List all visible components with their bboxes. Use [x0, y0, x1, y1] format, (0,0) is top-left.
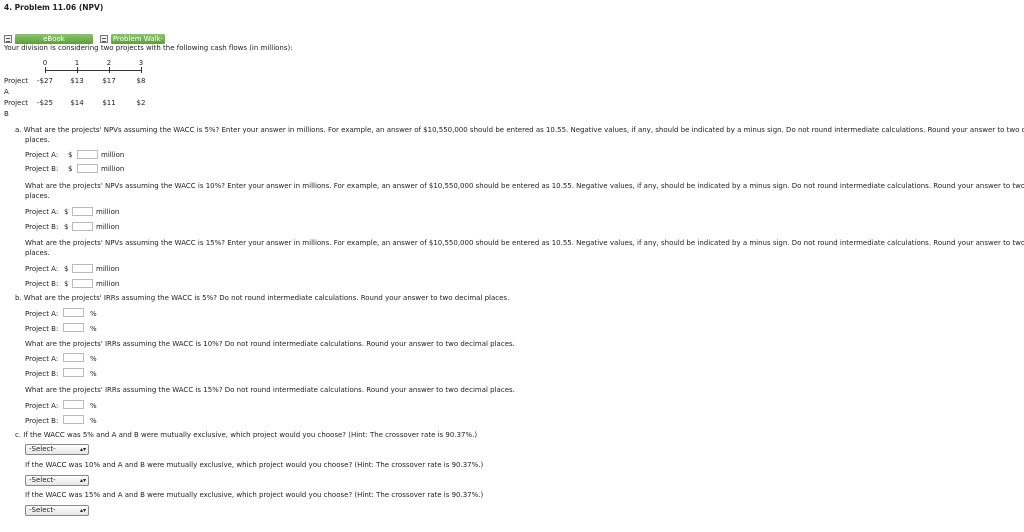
select-arrows-icon: ▴▾: [79, 507, 86, 514]
percent-unit: %: [90, 355, 97, 363]
irr-a-15-input[interactable]: [63, 400, 84, 409]
currency-symbol: $: [68, 165, 73, 173]
project-b-label-letter: B: [4, 110, 9, 118]
timeline-tick: [141, 67, 142, 73]
irr-a-5-input[interactable]: [63, 308, 84, 317]
question-c3: If the WACC was 15% and A and B were mut…: [25, 491, 484, 499]
project-a-label-letter: A: [4, 88, 9, 96]
timeline-line: [45, 70, 141, 71]
npv-label-a: Project A:: [25, 208, 59, 216]
irr-label-b: Project B:: [25, 325, 59, 333]
select-value: -Select-: [29, 445, 56, 453]
currency-symbol: $: [68, 151, 73, 159]
npv-label-b: Project B:: [25, 165, 59, 173]
percent-unit: %: [90, 310, 97, 318]
irr-label-a: Project A:: [25, 355, 59, 363]
question-a2: What are the projects' NPVs assuming the…: [25, 182, 1024, 190]
percent-unit: %: [90, 325, 97, 333]
cash-flow: -$25: [37, 99, 53, 107]
percent-unit: %: [90, 417, 97, 425]
project-choice-5-select[interactable]: -Select- ▴▾: [25, 444, 89, 455]
currency-symbol: $: [64, 208, 69, 216]
timeline-tick: [45, 67, 46, 73]
npv-label-a: Project A:: [25, 151, 59, 159]
irr-b-15-input[interactable]: [63, 415, 84, 424]
irr-label-b: Project B:: [25, 370, 59, 378]
currency-symbol: $: [64, 223, 69, 231]
irr-a-10-input[interactable]: [63, 353, 84, 362]
unit-label: million: [96, 265, 120, 273]
irr-b-10-input[interactable]: [63, 368, 84, 377]
unit-label: million: [96, 280, 120, 288]
npv-b-5-input[interactable]: [77, 164, 98, 173]
irr-b-5-input[interactable]: [63, 323, 84, 332]
timeline-tick: [77, 67, 78, 73]
currency-symbol: $: [64, 265, 69, 273]
question-b2: What are the projects' IRRs assuming the…: [25, 340, 515, 348]
select-value: -Select-: [29, 506, 56, 514]
npv-b-15-input[interactable]: [72, 279, 93, 288]
question-b1: b. What are the projects' IRRs assuming …: [15, 294, 510, 302]
unit-label: million: [96, 223, 120, 231]
npv-label-b: Project B:: [25, 223, 59, 231]
npv-label-b: Project B:: [25, 280, 59, 288]
npv-a-10-input[interactable]: [72, 207, 93, 216]
currency-symbol: $: [64, 280, 69, 288]
cash-flow: $11: [102, 99, 116, 107]
percent-unit: %: [90, 370, 97, 378]
problem-title: 4. Problem 11.06 (NPV): [4, 3, 104, 12]
intro-text: Your division is considering two project…: [4, 44, 293, 52]
npv-a-5-input[interactable]: [77, 150, 98, 159]
question-a3-cont: places.: [25, 249, 50, 257]
ebook-icon[interactable]: [4, 35, 12, 43]
question-c1: c. If the WACC was 5% and A and B were m…: [15, 431, 478, 439]
percent-unit: %: [90, 402, 97, 410]
select-arrows-icon: ▴▾: [79, 477, 86, 484]
npv-label-a: Project A:: [25, 265, 59, 273]
irr-label-a: Project A:: [25, 310, 59, 318]
question-a2-cont: places.: [25, 192, 50, 200]
cash-flow: $14: [70, 99, 84, 107]
project-a-label: Project: [4, 77, 28, 85]
cash-flow: $13: [70, 77, 84, 85]
unit-label: million: [101, 151, 125, 159]
project-choice-15-select[interactable]: -Select- ▴▾: [25, 505, 89, 516]
cash-flow: $2: [136, 99, 146, 107]
walkthrough-icon[interactable]: [100, 35, 108, 43]
question-a1-cont: places.: [25, 136, 50, 144]
npv-a-15-input[interactable]: [72, 264, 93, 273]
question-a1: a. What are the projects' NPVs assuming …: [15, 126, 1024, 134]
project-choice-10-select[interactable]: -Select- ▴▾: [25, 475, 89, 486]
irr-label-a: Project A:: [25, 402, 59, 410]
select-value: -Select-: [29, 476, 56, 484]
cash-flow: $17: [102, 77, 116, 85]
project-b-label: Project: [4, 99, 28, 107]
cash-flow: $8: [136, 77, 146, 85]
npv-b-10-input[interactable]: [72, 222, 93, 231]
question-b3: What are the projects' IRRs assuming the…: [25, 386, 515, 394]
timeline-tick: [109, 67, 110, 73]
question-a3: What are the projects' NPVs assuming the…: [25, 239, 1024, 247]
irr-label-b: Project B:: [25, 417, 59, 425]
unit-label: million: [96, 208, 120, 216]
unit-label: million: [101, 165, 125, 173]
select-arrows-icon: ▴▾: [79, 446, 86, 453]
question-c2: If the WACC was 10% and A and B were mut…: [25, 461, 484, 469]
cash-flow: -$27: [37, 77, 53, 85]
